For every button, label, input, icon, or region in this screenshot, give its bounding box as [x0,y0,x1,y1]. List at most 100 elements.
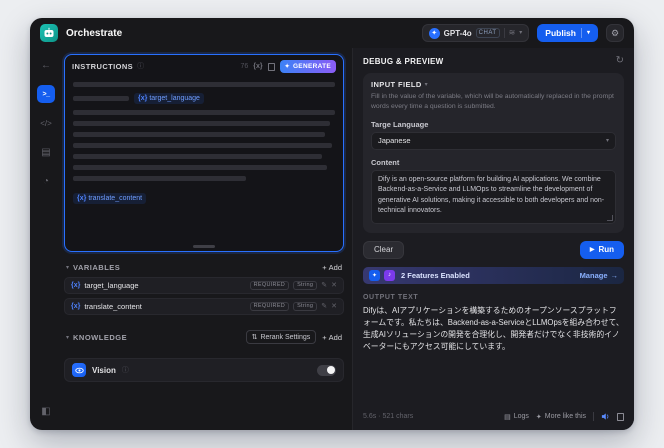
model-name: GPT-4o [443,28,472,38]
more-like-this-button[interactable]: ✦ More like this [536,413,586,421]
input-field-header[interactable]: INPUT FIELD ▾ [371,80,616,89]
generate-label: GENERATE [292,63,331,70]
variable-token-icon: {x} [138,95,148,102]
add-label: Add [328,332,342,342]
chevron-down-icon[interactable]: ▾ [66,264,69,271]
generate-button[interactable]: ✦ GENERATE [279,60,336,73]
copy-icon[interactable] [617,412,624,421]
manage-features-link[interactable]: Manage → [580,271,618,280]
prompt-editor[interactable]: {x} target_language {x} translate_conten… [65,77,343,209]
delete-icon[interactable]: ✕ [331,282,337,289]
vision-label: Vision [92,365,116,375]
prompt-line-skeleton [73,143,333,148]
sparkle-icon: ✦ [535,413,542,421]
dify-logo-icon [40,24,58,42]
run-button[interactable]: ▶ Run [579,240,624,259]
speaker-icon [601,413,609,420]
add-variable-button[interactable]: + Add [322,263,342,272]
output-text-title: OUTPUT TEXT [363,293,419,301]
prompt-line-skeleton [73,165,328,170]
target-language-select[interactable]: Japanese ▾ [371,131,616,150]
collapse-panel-icon[interactable]: ◧ [37,402,55,420]
debug-preview-panel: DEBUG & PREVIEW ↻ INPUT FIELD ▾ Fill in … [352,48,634,430]
sidebar-item-orchestrate[interactable]: >_ [37,85,55,103]
left-sidebar: ← >_ </> ▤ ◔ ◧ [30,48,62,430]
toggle-knob [326,366,335,374]
copy-icon[interactable] [267,62,275,71]
chevron-down-icon[interactable]: ▾ [66,334,69,341]
back-arrow-icon[interactable]: ← [37,56,55,74]
arrow-right-icon: → [610,270,619,280]
debug-actions: Clear ▶ Run [363,240,624,259]
variable-chip-target-language[interactable]: {x} target_language [134,93,204,104]
refresh-icon[interactable]: ↻ [616,56,624,66]
prompt-line-skeleton [73,82,335,87]
knowledge-title: KNOWLEDGE [73,332,128,342]
top-bar: Orchestrate ✦ GPT-4o CHAT ≋ ▾ Publish ▾ … [30,18,634,48]
plus-icon: + [322,332,327,342]
required-badge: REQUIRED [249,280,290,291]
prompt-line-with-variable: {x} target_language [73,93,335,104]
vision-toggle[interactable] [317,364,336,376]
instructions-header: INSTRUCTIONS ⓘ 76 {x} ✦ GENERATE [65,55,343,77]
type-badge: String [293,301,318,312]
feature-icon-b: ♪ [384,269,395,281]
model-selector[interactable]: ✦ GPT-4o CHAT ≋ ▾ [421,24,530,42]
variable-name: translate_content [84,302,142,311]
input-field-title: INPUT FIELD [371,80,422,89]
vision-icon [72,363,86,377]
add-knowledge-button[interactable]: + Add [322,333,342,342]
rerank-settings-button[interactable]: ⇅ Rerank Settings [245,330,317,344]
variable-token-icon: {x} [77,195,87,202]
edit-icon[interactable]: ✎ [321,303,327,310]
instructions-panel[interactable]: INSTRUCTIONS ⓘ 76 {x} ✦ GENERATE {x} tar… [64,54,344,252]
variable-name: target_language [84,281,139,290]
target-language-label: Targe Language [371,119,429,129]
edit-icon[interactable]: ✎ [321,282,327,289]
instructions-toolbar: 76 {x} ✦ GENERATE [240,60,336,73]
speaker-button[interactable] [601,412,610,421]
info-icon[interactable]: ⓘ [137,63,144,70]
play-icon: ▶ [589,247,595,254]
type-badge: String [293,280,318,291]
variable-token-icon: {x} [71,282,81,289]
sidebar-item-api-access[interactable]: </> [37,114,55,132]
features-enabled-bar[interactable]: ✦ ♪ 2 Features Enabled Manage → [363,266,624,284]
variable-chip-translate-content[interactable]: {x} translate_content [73,193,147,204]
sidebar-item-logs[interactable]: ▤ [37,143,55,161]
content-value: Dify is an open-source platform for buil… [378,175,605,215]
app-settings-button[interactable]: ⚙ [606,24,624,42]
prompt-line-skeleton [73,176,246,181]
selected-value: Japanese [378,136,411,146]
app-window: Orchestrate ✦ GPT-4o CHAT ≋ ▾ Publish ▾ … [30,18,634,430]
variable-chip-label: target_language [149,95,200,102]
prompt-line-skeleton [73,132,325,137]
publish-button[interactable]: Publish ▾ [537,24,598,42]
resize-corner-icon[interactable] [607,214,613,221]
variables-title: VARIABLES [73,263,121,272]
meta-divider [593,412,594,421]
insert-variable-icon[interactable]: {x} [253,63,262,70]
rerank-label: Rerank Settings [260,333,311,341]
publish-chevron-icon: ▾ [586,30,590,36]
orchestrate-column: INSTRUCTIONS ⓘ 76 {x} ✦ GENERATE {x} tar… [62,48,352,430]
resize-handle[interactable] [193,245,215,248]
sidebar-item-monitoring[interactable]: ◔ [37,172,55,190]
variable-row-translate-content[interactable]: {x} translate_content REQUIRED String ✎ … [64,298,344,315]
desktop-background: Orchestrate ✦ GPT-4o CHAT ≋ ▾ Publish ▾ … [0,0,664,448]
gear-icon: ⚙ [610,27,620,38]
variable-row-target-language[interactable]: {x} target_language REQUIRED String ✎ ✕ [64,277,344,294]
delete-icon[interactable]: ✕ [331,303,337,310]
logs-button[interactable]: ▤ Logs [504,413,529,421]
features-enabled-text: 2 Features Enabled [401,270,470,280]
content-label: Content [371,157,400,167]
pill-divider [503,28,505,38]
info-icon[interactable]: ⓘ [122,367,129,374]
chevron-down-icon: ▾ [424,82,428,88]
clear-button[interactable]: Clear [363,240,405,259]
content-textarea[interactable]: Dify is an open-source platform for buil… [371,169,616,224]
plus-icon: + [322,263,327,272]
window-body: ← >_ </> ▤ ◔ ◧ INSTRUCTIONS ⓘ 76 {x} ✦ G… [30,48,634,430]
page-title: Orchestrate [66,27,123,39]
chevron-down-icon: ▾ [519,30,523,36]
